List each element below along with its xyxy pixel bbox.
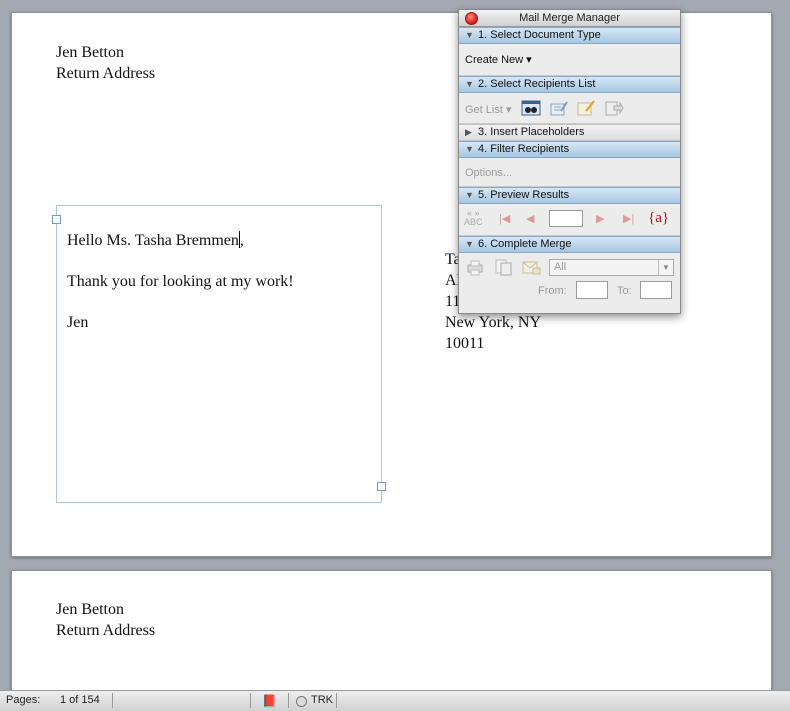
chevron-down-icon: ▼ (658, 260, 673, 275)
to-label: To: (617, 285, 632, 297)
track-changes-label[interactable]: TRK (311, 694, 333, 706)
pages-count[interactable]: 1 of 154 (60, 694, 100, 706)
section-insert-placeholders[interactable]: ▶ 3. Insert Placeholders (459, 124, 680, 141)
merge-records-select[interactable]: All ▼ (549, 259, 674, 276)
section-complete-merge[interactable]: ▼ 6. Complete Merge (459, 236, 680, 253)
pages-label: Pages: (6, 694, 41, 706)
section-filter-recipients[interactable]: ▼ 4. Filter Recipients (459, 141, 680, 158)
view-merged-data-icon[interactable]: « » ABC (464, 209, 483, 227)
resize-handle-bottom-right[interactable] (377, 482, 386, 491)
document-page-2[interactable]: Jen Betton Return Address (11, 570, 772, 692)
record-number-input[interactable] (549, 210, 583, 227)
from-record-input[interactable] (576, 281, 608, 299)
triangle-down-icon[interactable]: ▼ (465, 142, 474, 157)
status-divider (288, 693, 289, 708)
close-icon[interactable] (465, 12, 478, 25)
get-list-button[interactable]: Get List ▾ (465, 103, 512, 116)
triangle-down-icon[interactable]: ▼ (465, 188, 474, 203)
letter-text-box[interactable]: Hello Ms. Tasha Bremmen, Thank you for l… (52, 205, 386, 503)
show-merge-fields-icon[interactable]: {a} (648, 210, 669, 227)
return-address[interactable]: Jen Betton Return Address (56, 599, 155, 641)
mail-merge-manager-panel: Mail Merge Manager ▼ 1. Select Document … (458, 9, 681, 314)
resize-handle-top-left[interactable] (52, 215, 61, 224)
edit-data-source-icon[interactable] (549, 99, 569, 117)
spelling-book-icon[interactable]: 📕 (262, 694, 277, 708)
recipient-zip: 10011 (445, 335, 485, 352)
panel-title: Mail Merge Manager (519, 12, 620, 24)
letter-greeting: Hello Ms. Tasha Bremmen (67, 232, 239, 249)
triangle-down-icon[interactable]: ▼ (465, 77, 474, 92)
section-label: 3. Insert Placeholders (478, 126, 585, 138)
status-bar: Pages: 1 of 154 📕 TRK (0, 690, 790, 711)
section-select-document-type[interactable]: ▼ 1. Select Document Type (459, 27, 680, 44)
triangle-down-icon[interactable]: ▼ (465, 237, 474, 252)
export-records-icon[interactable] (604, 99, 624, 117)
return-address[interactable]: Jen Betton Return Address (56, 42, 155, 84)
panel-title-bar[interactable]: Mail Merge Manager (459, 10, 680, 27)
next-record-icon[interactable]: ▶ (596, 212, 604, 225)
section-label: 2. Select Recipients List (478, 78, 596, 90)
section-label: 5. Preview Results (478, 189, 570, 201)
merge-to-new-document-icon[interactable] (493, 258, 513, 276)
merge-to-printer-icon[interactable] (465, 258, 485, 276)
status-divider (112, 693, 113, 708)
dropdown-icon: ▾ (505, 104, 512, 116)
text-cursor (238, 231, 240, 248)
recipient-city-state: New York, NY (445, 314, 542, 331)
from-label: From: (538, 285, 567, 297)
to-record-input[interactable] (640, 281, 672, 299)
section-preview-results[interactable]: ▼ 5. Preview Results (459, 187, 680, 204)
first-record-icon[interactable]: |◀ (499, 212, 510, 225)
status-divider (336, 693, 337, 708)
track-changes-indicator-icon[interactable] (296, 696, 307, 707)
section-select-recipients-list[interactable]: ▼ 2. Select Recipients List (459, 76, 680, 93)
options-button[interactable]: Options... (465, 167, 512, 179)
section-label: 1. Select Document Type (478, 29, 601, 41)
letter-body: Thank you for looking at my work! (67, 273, 294, 290)
create-new-button[interactable]: Create New ▾ (465, 53, 532, 66)
last-record-icon[interactable]: ▶| (623, 212, 634, 225)
letter-signature: Jen (67, 314, 89, 331)
open-data-source-icon[interactable] (521, 99, 541, 117)
return-line2: Return Address (56, 65, 156, 82)
triangle-down-icon[interactable]: ▼ (465, 28, 474, 43)
return-name: Jen Betton (56, 44, 124, 61)
return-name: Jen Betton (56, 601, 124, 618)
triangle-right-icon[interactable]: ▶ (465, 125, 472, 140)
status-divider (250, 693, 251, 708)
edit-record-icon[interactable] (576, 99, 596, 117)
return-line2: Return Address (56, 622, 156, 639)
section-label: 4. Filter Recipients (478, 143, 570, 155)
previous-record-icon[interactable]: ◀ (526, 212, 534, 225)
dropdown-icon: ▾ (526, 54, 532, 66)
section-label: 6. Complete Merge (478, 238, 572, 250)
merge-to-email-icon[interactable] (521, 258, 541, 276)
